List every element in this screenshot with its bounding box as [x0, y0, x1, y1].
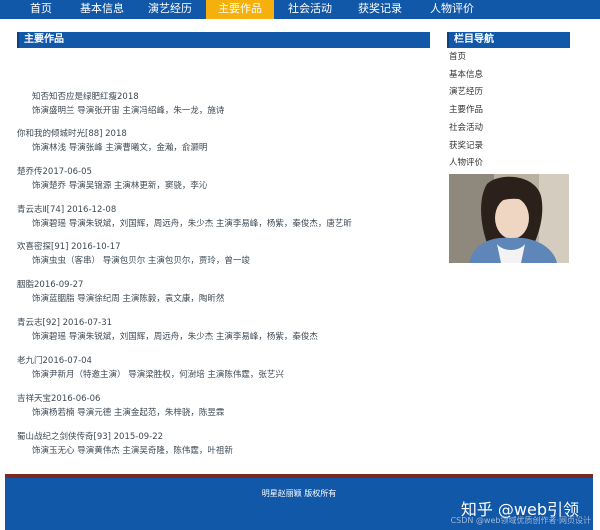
- work-title: 你和我的倾城时光[88] 2018: [17, 129, 127, 139]
- work-title: 楚乔传2017-06-05: [17, 167, 92, 177]
- sidebar-link-awards[interactable]: 获奖记录: [449, 141, 483, 152]
- work-cast: 饰演蓝胭脂 导演徐纪周 主演陈毅，袁文康，陶昕然: [32, 294, 225, 304]
- nav-item-home[interactable]: 首页: [18, 0, 64, 19]
- work-cast: 饰演玉无心 导演黄伟杰 主演吴奇隆，陈伟霆，叶祖新: [32, 446, 233, 456]
- csdn-watermark: CSDN @web领域优质创作者·网页设计: [450, 516, 591, 525]
- top-navigation: 首页 基本信息 演艺经历 主要作品 社会活动 获奖记录 人物评价: [0, 0, 600, 19]
- work-title: 胭脂2016-09-27: [17, 280, 84, 290]
- work-title: 老九门2016-07-04: [17, 356, 92, 366]
- nav-item-works[interactable]: 主要作品: [206, 0, 274, 19]
- main-section-header: 主要作品: [17, 32, 430, 48]
- work-title: 知否知否应是绿肥红瘦2018: [32, 92, 139, 102]
- work-cast: 饰演虫虫（客串） 导演包贝尔 主演包贝尔，贾玲，曾一竣: [32, 256, 250, 266]
- work-title: 青云志Ⅱ[74] 2016-12-08: [17, 205, 117, 215]
- sidebar-link-home[interactable]: 首页: [449, 52, 466, 63]
- profile-photo-graphic: [449, 174, 569, 263]
- footer: 明星赵丽颖 版权所有 知乎 @web引领 CSDN @web领域优质创作者·网页…: [5, 478, 593, 530]
- nav-item-basic-info[interactable]: 基本信息: [72, 0, 132, 19]
- work-cast: 饰演杨若楠 导演元德 主演金起范，朱梓骁，陈昱霖: [32, 408, 225, 418]
- sidebar-link-social[interactable]: 社会活动: [449, 123, 483, 134]
- work-cast: 饰演碧瑶 导演朱锐斌，刘国辉，周远舟，朱少杰 主演李易峰，杨紫，秦俊杰: [32, 332, 318, 342]
- work-title: 蜀山战纪之剑侠传奇[93] 2015-09-22: [17, 432, 164, 442]
- sidebar-link-basic-info[interactable]: 基本信息: [449, 70, 483, 81]
- sidebar-header: 栏目导航: [447, 32, 570, 48]
- work-cast: 饰演碧瑶 导演朱锐斌，刘国辉，周远舟，朱少杰 主演李易峰，杨紫，秦俊杰，唐艺昕: [32, 219, 352, 229]
- sidebar-title: 栏目导航: [454, 34, 494, 45]
- work-cast: 饰演盛明兰 导演张开宙 主演冯绍峰，朱一龙，施诗: [32, 106, 225, 116]
- nav-item-reviews[interactable]: 人物评价: [420, 0, 484, 19]
- work-cast: 饰演楚乔 导演吴锦源 主演林更新，窦骁，李沁: [32, 181, 208, 191]
- nav-item-awards[interactable]: 获奖记录: [348, 0, 412, 19]
- work-cast: 饰演尹新月（特邀主演） 导演梁胜权，何澍培 主演陈伟霆，张艺兴: [32, 370, 284, 380]
- work-cast: 饰演林浅 导演张峰 主演曹曦文，金瀚，俞灏明: [32, 143, 208, 153]
- sidebar-link-career[interactable]: 演艺经历: [449, 87, 483, 98]
- main-section-title: 主要作品: [24, 34, 64, 45]
- profile-photo: [449, 174, 569, 263]
- sidebar-link-works[interactable]: 主要作品: [449, 105, 483, 116]
- work-title: 青云志[92] 2016-07-31: [17, 318, 113, 328]
- sidebar-link-reviews[interactable]: 人物评价: [449, 158, 483, 169]
- nav-item-social[interactable]: 社会活动: [278, 0, 342, 19]
- work-title: 吉祥天宝2016-06-06: [17, 394, 101, 404]
- work-title: 欢喜密探[91] 2016-10-17: [17, 242, 121, 252]
- nav-item-career[interactable]: 演艺经历: [138, 0, 202, 19]
